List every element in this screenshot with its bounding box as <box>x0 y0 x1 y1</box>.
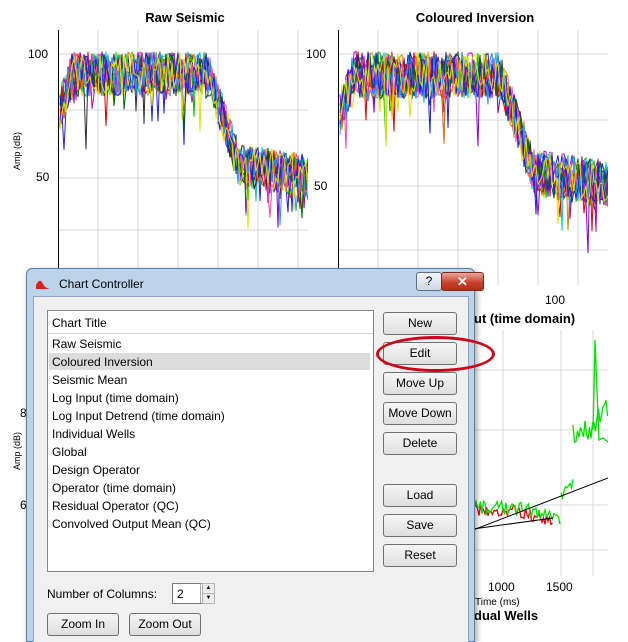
move-down-button[interactable]: Move Down <box>383 402 457 425</box>
columns-value: 2 <box>177 587 184 601</box>
raw-seismic-ytick-100: 100 <box>28 47 49 61</box>
chart-controller-dialog: Chart Controller ? ✕ Chart Title Raw Sei… <box>26 268 484 642</box>
well-trace <box>572 399 608 444</box>
wells-xlabel: Time (ms) <box>475 597 520 608</box>
list-item[interactable]: Design Operator <box>52 463 140 477</box>
help-button[interactable]: ? <box>416 272 442 291</box>
list-item[interactable]: Seismic Mean <box>52 373 127 387</box>
individual-wells-plot <box>473 330 608 576</box>
close-button[interactable]: ✕ <box>441 272 484 291</box>
list-item[interactable]: Individual Wells <box>52 427 135 441</box>
raw-seismic-ytick-50: 50 <box>36 170 50 184</box>
list-item[interactable]: Raw Seismic <box>52 337 121 351</box>
chart-title-list[interactable]: Chart Title Raw Seismic Coloured Inversio… <box>47 310 374 572</box>
wells-title-fragment: dual Wells <box>474 608 539 623</box>
wells-xtick-1000: 1000 <box>488 580 515 594</box>
list-column-header[interactable]: Chart Title <box>48 311 373 334</box>
list-item[interactable]: Convolved Output Mean (QC) <box>52 517 211 531</box>
delete-button[interactable]: Delete <box>383 432 457 455</box>
trend-line <box>473 477 608 531</box>
coloured-inversion-xtick-100: 100 <box>545 293 566 307</box>
coloured-inversion-ytick-100: 100 <box>306 47 327 61</box>
dialog-title: Chart Controller <box>59 277 144 291</box>
raw-seismic-plot <box>58 30 308 270</box>
list-item[interactable]: Operator (time domain) <box>52 481 176 495</box>
reset-button[interactable]: Reset <box>383 544 457 567</box>
raw-seismic-title: Raw Seismic <box>145 10 225 25</box>
zoom-in-button[interactable]: Zoom In <box>47 613 119 636</box>
wells-xtick-1500: 1500 <box>546 580 573 594</box>
wells-ylabel: Amp (dB) <box>12 431 22 470</box>
list-item[interactable]: Coloured Inversion <box>52 355 153 369</box>
load-button[interactable]: Load <box>383 484 457 507</box>
list-item[interactable]: Global <box>52 445 87 459</box>
spin-down-icon[interactable]: ▼ <box>202 593 215 604</box>
raw-seismic-ylabel: Amp (dB) <box>12 131 22 170</box>
close-icon: ✕ <box>457 274 468 289</box>
coloured-inversion-title: Coloured Inversion <box>415 10 535 25</box>
save-button[interactable]: Save <box>383 514 457 537</box>
list-item[interactable]: Residual Operator (QC) <box>52 499 179 513</box>
edit-highlight-ellipse <box>376 336 495 372</box>
list-item[interactable]: Log Input (time domain) <box>52 391 179 405</box>
columns-spinner[interactable]: ▲ ▼ <box>200 583 215 604</box>
coloured-inversion-ytick-50: 50 <box>314 179 328 193</box>
dialog-titlebar[interactable]: Chart Controller ? ✕ <box>27 269 484 296</box>
chart-app-icon <box>36 280 50 289</box>
list-item[interactable]: Log Input Detrend (time domain) <box>52 409 225 423</box>
move-up-button[interactable]: Move Up <box>383 372 457 395</box>
coloured-inversion-xlabel: ut (time domain) <box>474 311 576 326</box>
list-header-label: Chart Title <box>52 316 107 330</box>
coloured-inversion-plot <box>338 30 608 285</box>
new-button[interactable]: New <box>383 312 457 335</box>
zoom-out-button[interactable]: Zoom Out <box>129 613 201 636</box>
columns-label: Number of Columns: <box>47 587 158 601</box>
trend-line <box>473 517 554 530</box>
